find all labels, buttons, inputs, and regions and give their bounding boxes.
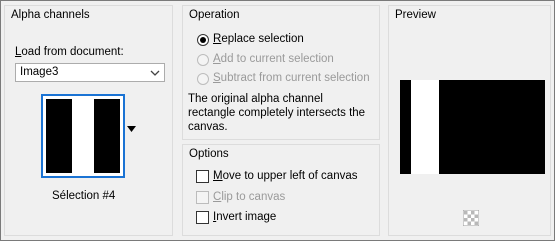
dialog-body: Alpha channels Load from document: Image…	[0, 0, 555, 241]
triangle-down-icon[interactable]	[127, 126, 136, 132]
move-to-upper-left-checkbox[interactable]	[196, 170, 209, 183]
options-group: Options	[182, 144, 380, 236]
options-title: Options	[189, 148, 229, 160]
operation-description-line3: canvas.	[188, 121, 228, 133]
preview-image	[400, 80, 545, 174]
subtract-from-selection-label[interactable]: Subtract from current selection	[213, 72, 370, 84]
alpha-channel-thumbnail[interactable]	[41, 94, 125, 178]
replace-selection-radio[interactable]	[197, 34, 209, 46]
load-from-document-label: Load from document:	[15, 46, 124, 58]
move-to-upper-left-label[interactable]: Move to upper left of canvas	[213, 170, 357, 182]
add-to-selection-radio[interactable]	[197, 54, 209, 66]
clip-to-canvas-label[interactable]: Clip to canvas	[213, 191, 285, 203]
subtract-from-selection-radio[interactable]	[197, 73, 209, 85]
add-to-selection-label[interactable]: Add to current selection	[213, 53, 334, 65]
operation-description-line1: The original alpha channel	[188, 93, 323, 105]
preview-title: Preview	[395, 9, 436, 21]
preview-white-stripe	[411, 80, 439, 174]
replace-selection-label[interactable]: Replace selection	[213, 33, 304, 45]
invert-image-checkbox[interactable]	[196, 211, 209, 224]
alpha-channels-title: Alpha channels	[11, 9, 90, 21]
checkerboard-icon[interactable]	[463, 210, 479, 226]
document-select[interactable]: Image3	[15, 63, 165, 82]
selection-name-label: Sélection #4	[52, 190, 116, 202]
operation-title: Operation	[189, 9, 240, 21]
invert-image-label[interactable]: Invert image	[213, 211, 276, 223]
document-select-value: Image3	[20, 66, 59, 78]
clip-to-canvas-checkbox[interactable]	[196, 191, 209, 204]
chevron-down-icon	[150, 70, 160, 76]
operation-description-line2: rectangle completely intersects the	[188, 107, 366, 119]
thumbnail-white-stripe	[72, 99, 94, 173]
thumbnail-image	[46, 99, 120, 173]
